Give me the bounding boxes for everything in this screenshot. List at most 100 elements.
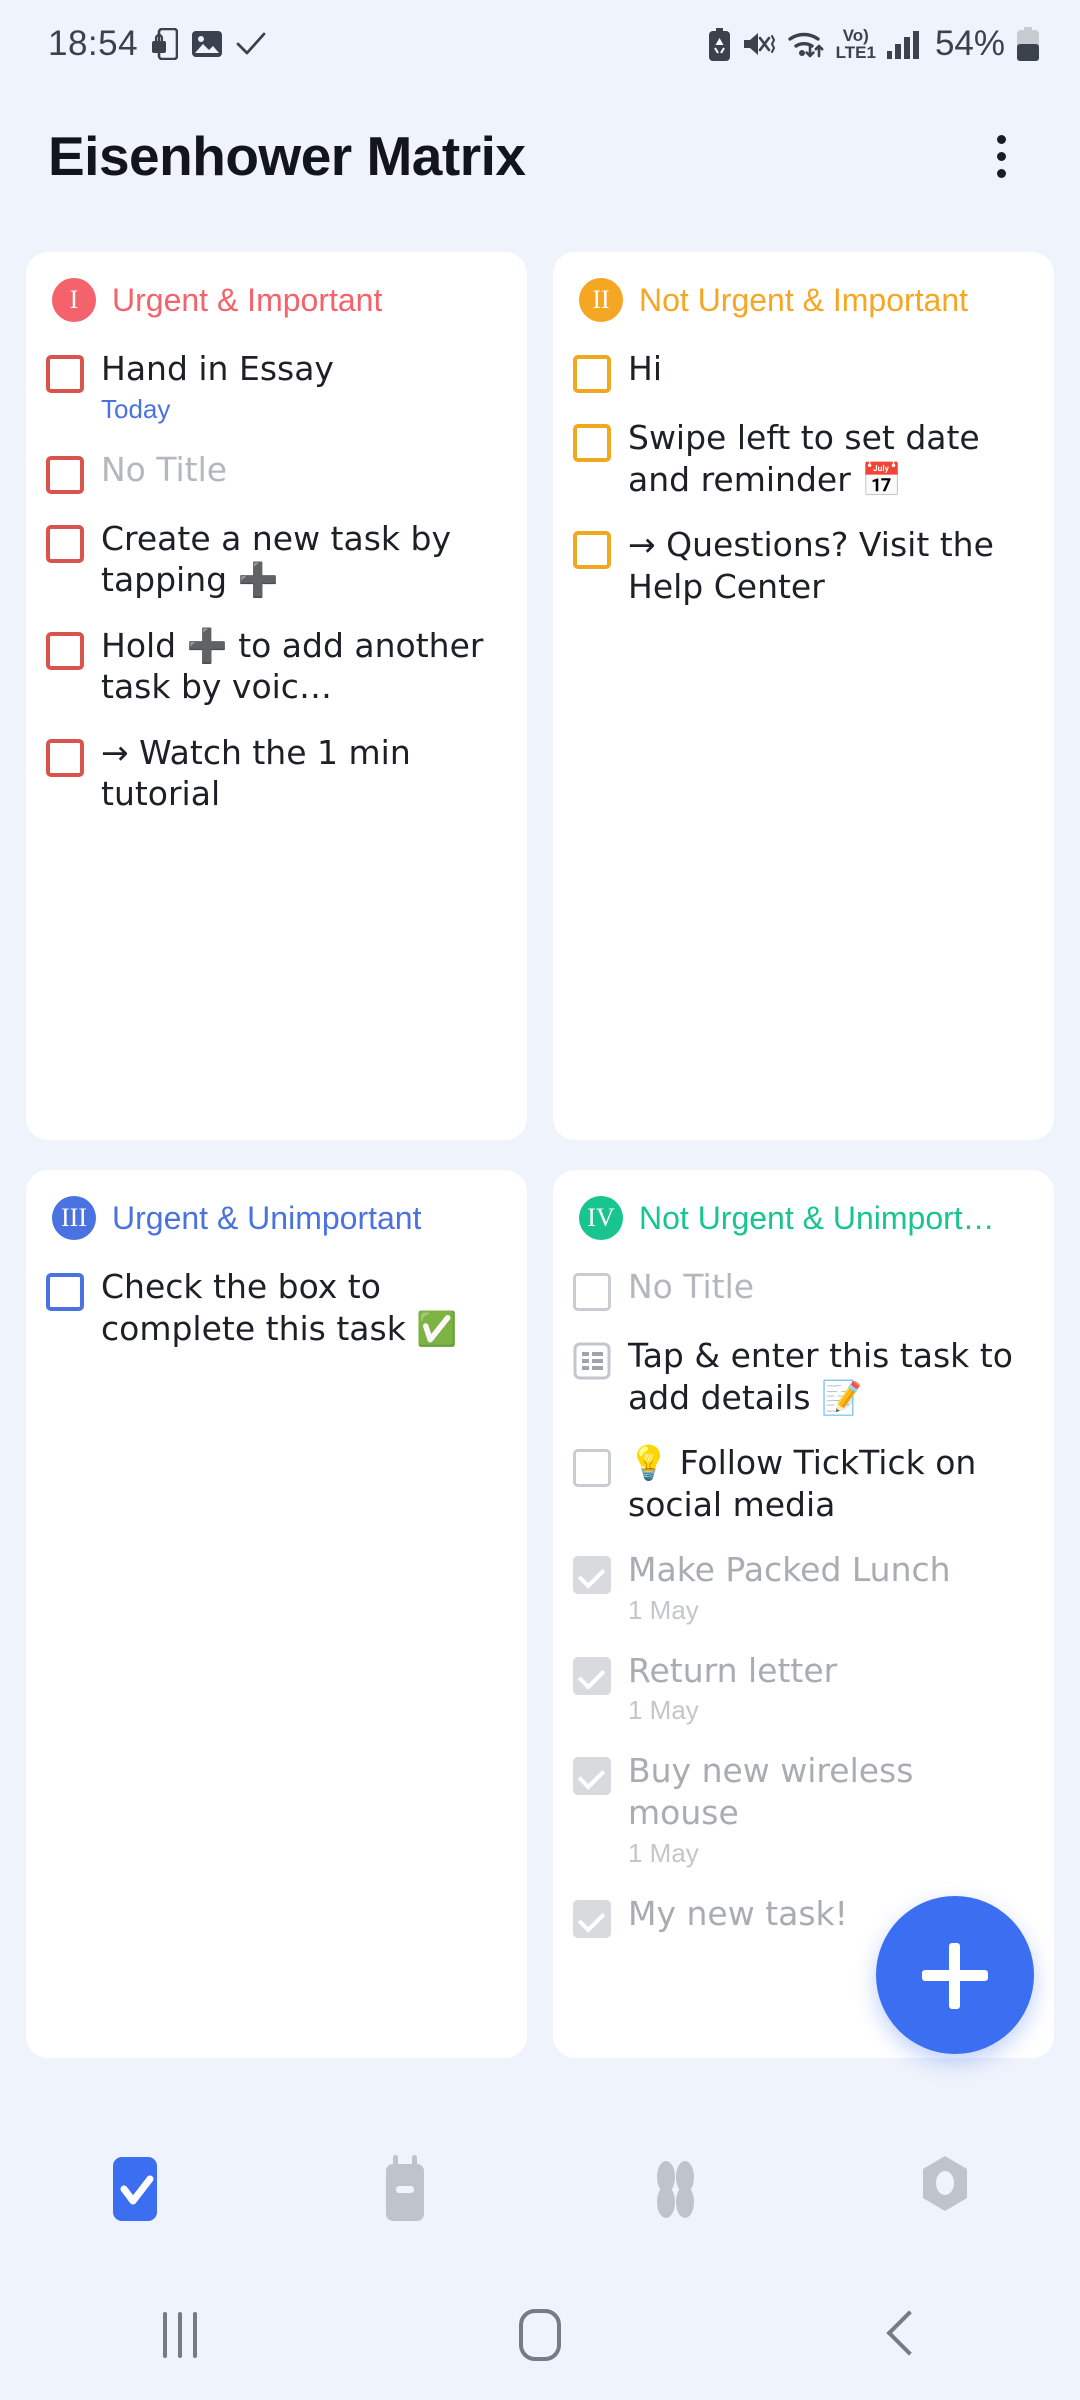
recents-button[interactable] — [0, 2312, 360, 2358]
task-row[interactable]: 💡 Follow TickTick on social media — [573, 1442, 1034, 1531]
overflow-menu-button[interactable] — [970, 121, 1032, 191]
task-body: Hand in Essay Today — [101, 348, 507, 425]
task-row[interactable]: Swipe left to set date and reminder 📅 — [573, 417, 1034, 506]
recents-icon — [163, 2312, 197, 2358]
task-checkbox[interactable] — [573, 424, 611, 462]
task-list: Hand in Essay Today No Title Create a new t… — [46, 348, 507, 821]
quadrant-badge: IV — [579, 1196, 623, 1240]
task-details-list-icon[interactable] — [573, 1342, 611, 1380]
task-row[interactable]: Hold ➕ to add another task by voic… — [46, 625, 507, 714]
task-checkbox-checked[interactable] — [573, 1556, 611, 1595]
tab-matrix[interactable] — [540, 2153, 810, 2225]
task-row[interactable]: Check the box to complete this task ✅ — [46, 1266, 507, 1355]
task-body: Hold ➕ to add another task by voic… — [101, 625, 507, 708]
task-title: 💡 Follow TickTick on social media — [628, 1443, 977, 1524]
home-button[interactable] — [360, 2309, 720, 2361]
task-body: → Questions? Visit the Help Center — [628, 524, 1034, 607]
task-checkbox[interactable] — [46, 355, 84, 393]
task-checkbox[interactable] — [46, 524, 84, 563]
task-title: Buy new wireless mouse — [628, 1751, 914, 1833]
task-title: Hand in Essay — [101, 349, 334, 388]
task-checkbox-checked[interactable] — [573, 1757, 611, 1796]
task-checkbox[interactable] — [573, 531, 611, 570]
task-body: Buy new wireless mouse 1 May — [628, 1750, 1034, 1868]
four-quadrants-icon — [657, 2161, 694, 2218]
menu-dot — [996, 168, 1006, 178]
task-body: Return letter 1 May — [628, 1650, 1034, 1727]
quadrant-header: I Urgent & Important — [46, 278, 507, 322]
home-icon — [519, 2309, 561, 2361]
mute-vibrate-icon — [743, 33, 775, 55]
battery-percent: 54% — [934, 24, 1005, 63]
checkbox-tick-icon — [113, 2157, 157, 2221]
quadrant-card-ii[interactable]: II Not Urgent & Important Hi Swipe left to … — [553, 252, 1054, 1140]
volte-label: Vo) — [842, 26, 869, 45]
menu-dot — [996, 151, 1006, 161]
status-bar-left: 18:54 — [48, 24, 266, 64]
task-body: Check the box to complete this task ✅ — [101, 1266, 507, 1349]
battery-saver-icon — [708, 27, 730, 61]
task-title: Swipe left to set date and reminder 📅 — [628, 418, 980, 499]
task-title: Return letter — [628, 1650, 838, 1690]
task-checkbox[interactable] — [573, 355, 611, 393]
task-body: Swipe left to set date and reminder 📅 — [628, 417, 1034, 500]
task-row[interactable]: Return letter 1 May — [573, 1650, 1034, 1733]
task-body: Make Packed Lunch 1 May — [628, 1549, 1034, 1626]
task-row[interactable]: No Title — [46, 449, 507, 500]
matrix-grid: I Urgent & Important Hand in Essay Today No … — [26, 252, 1054, 2084]
task-checkbox[interactable] — [46, 1273, 84, 1311]
task-due-date: 1 May — [628, 1695, 699, 1726]
task-title: Check the box to complete this task ✅ — [101, 1267, 458, 1348]
task-body: Hi — [628, 348, 1034, 390]
task-checkbox[interactable] — [46, 738, 84, 777]
task-title: Make Packed Lunch — [628, 1550, 951, 1590]
app-bar: Eisenhower Matrix — [0, 96, 1080, 216]
task-row[interactable]: Hand in Essay Today — [46, 348, 507, 431]
quadrant-header: III Urgent & Unimportant — [46, 1196, 507, 1240]
quadrant-card-i[interactable]: I Urgent & Important Hand in Essay Today No … — [26, 252, 527, 1140]
quadrant-header: IV Not Urgent & Unimport… — [573, 1196, 1034, 1240]
task-checkbox[interactable] — [573, 1273, 611, 1311]
task-list: Hi Swipe left to set date and reminder 📅 →… — [573, 348, 1034, 613]
task-row[interactable]: Buy new wireless mouse 1 May — [573, 1750, 1034, 1874]
task-due-date: 1 May — [628, 1594, 699, 1625]
gear-icon — [923, 2156, 967, 2211]
task-checkbox-checked[interactable] — [573, 1656, 611, 1695]
status-bar-right: Vo) LTE1 54% — [708, 24, 1040, 64]
task-checkbox[interactable] — [46, 455, 84, 494]
task-row[interactable]: Make Packed Lunch 1 May — [573, 1549, 1034, 1632]
task-body: No Title — [101, 449, 507, 491]
battery-icon — [1017, 27, 1039, 61]
quadrant-title: Not Urgent & Unimport… — [639, 1199, 995, 1236]
quadrant-badge: I — [52, 278, 96, 322]
task-row[interactable]: → Questions? Visit the Help Center — [573, 524, 1034, 613]
tab-settings[interactable] — [810, 2153, 1080, 2225]
task-title: Tap & enter this task to add details 📝 — [628, 1336, 1013, 1417]
back-icon — [885, 2310, 915, 2360]
tab-calendar[interactable] — [270, 2153, 540, 2225]
task-row[interactable]: → Watch the 1 min tutorial — [46, 732, 507, 821]
back-button[interactable] — [720, 2310, 1080, 2360]
quadrant-card-iii[interactable]: III Urgent & Unimportant Check the box to … — [26, 1170, 527, 2058]
task-checkbox[interactable] — [46, 631, 84, 670]
task-due-date: 1 May — [628, 1837, 699, 1868]
sim-lock-icon — [152, 28, 179, 60]
task-list: No Title Tap & enter this task to add det… — [573, 1266, 1034, 1944]
task-body: No Title — [628, 1266, 1034, 1308]
task-row[interactable]: No Title — [573, 1266, 1034, 1317]
quadrant-badge: II — [579, 278, 623, 322]
lte-label: LTE1 — [835, 43, 876, 62]
task-title: Hold ➕ to add another task by voic… — [101, 625, 484, 707]
task-body: → Watch the 1 min tutorial — [101, 732, 507, 815]
task-row[interactable]: Create a new task by tapping ➕ — [46, 518, 507, 607]
task-due-date: Today — [101, 393, 171, 424]
task-list: Check the box to complete this task ✅ — [46, 1266, 507, 1355]
task-title: → Questions? Visit the Help Center — [628, 525, 994, 606]
task-checkbox-checked[interactable] — [573, 1899, 611, 1938]
add-task-fab[interactable] — [876, 1896, 1034, 2054]
task-checkbox[interactable] — [573, 1449, 611, 1488]
quadrant-title: Urgent & Important — [112, 281, 383, 318]
task-row[interactable]: Hi — [573, 348, 1034, 399]
tab-tasks[interactable] — [0, 2153, 270, 2225]
task-row[interactable]: Tap & enter this task to add details 📝 — [573, 1335, 1034, 1424]
